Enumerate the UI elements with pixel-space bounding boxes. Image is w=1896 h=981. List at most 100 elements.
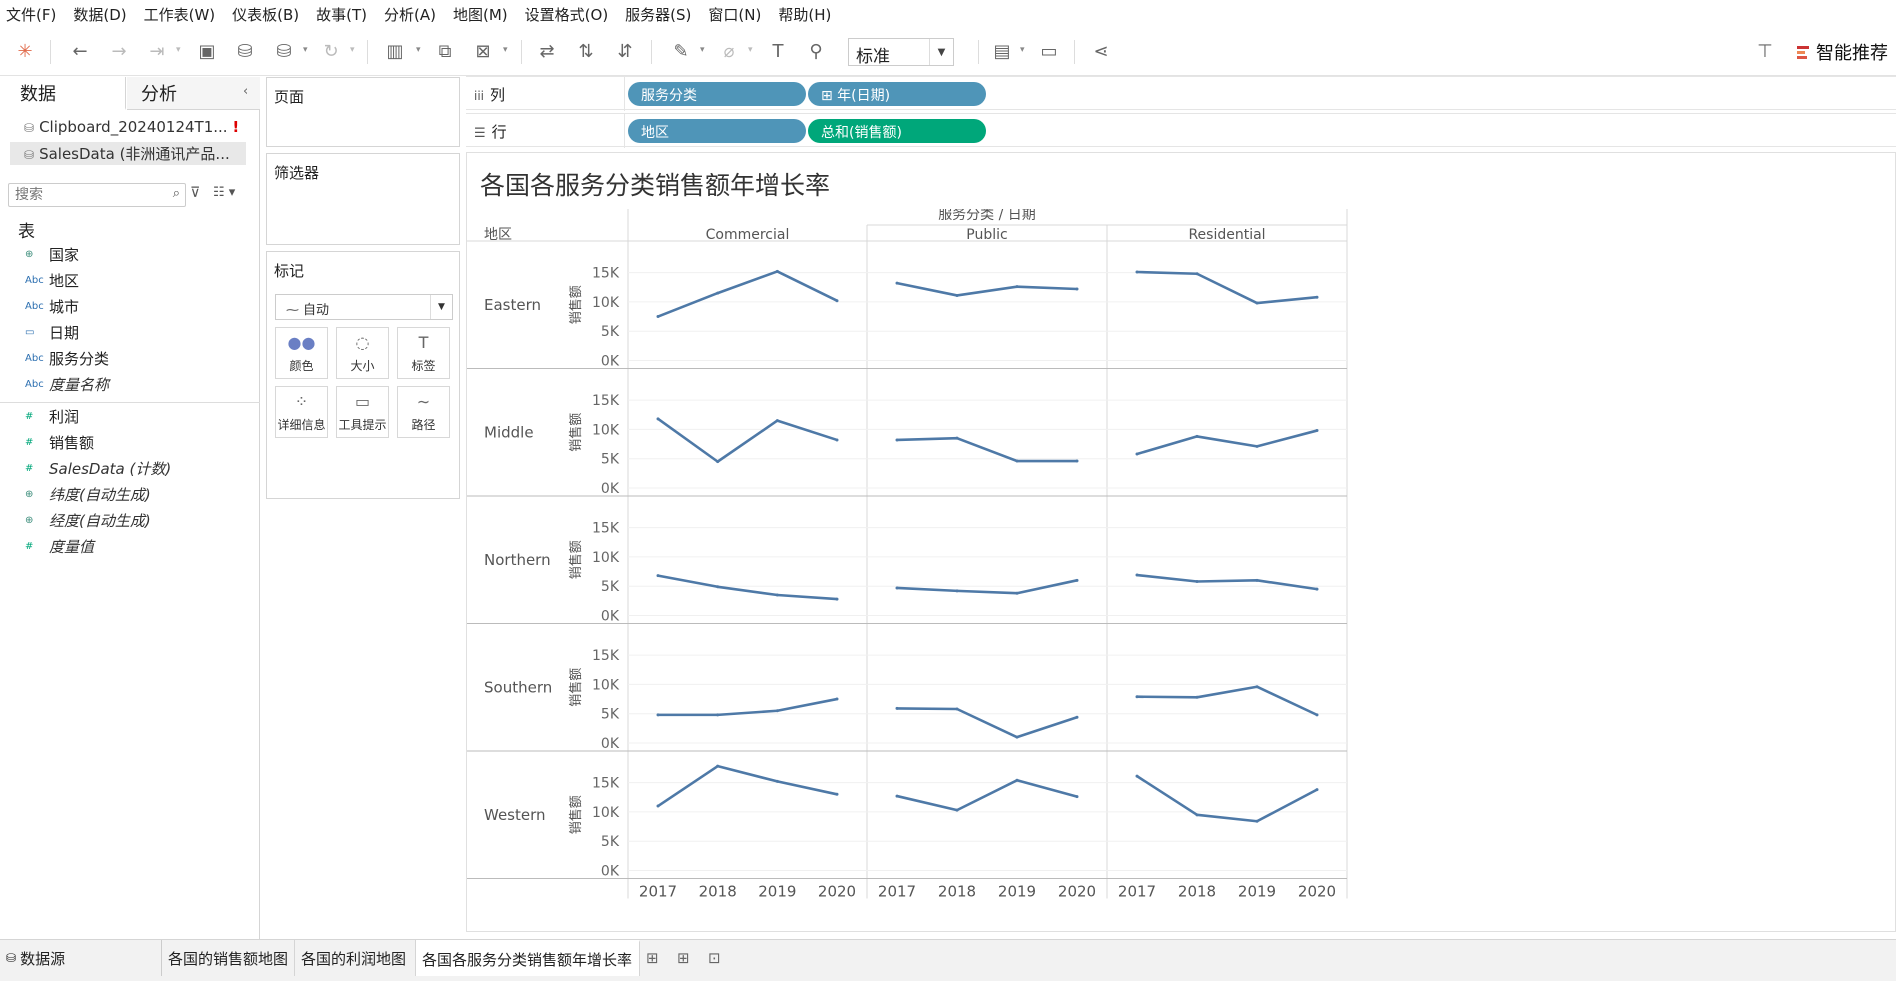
menu-item[interactable]: 文件(F) xyxy=(6,4,56,25)
columns-shelf[interactable]: iii 列 服务分类 ⊞ 年(日期) xyxy=(466,76,1896,111)
new-sheet-icon[interactable]: ⊞ xyxy=(640,940,671,976)
data-point-Western-Residential-2019 xyxy=(1255,819,1259,823)
pause-updates-icon[interactable]: ⛁ xyxy=(271,38,297,64)
data-point-Middle-Commercial-2020 xyxy=(835,438,839,442)
menu-item[interactable]: 仪表板(B) xyxy=(232,4,299,25)
rows-shelf[interactable]: ☰ 行 地区 总和(销售额) xyxy=(466,113,1896,148)
datasource-item[interactable]: ⛁ SalesData (非洲通讯产品... xyxy=(10,142,246,165)
field-name: 服务分类 xyxy=(49,350,110,368)
sort-descending-icon[interactable]: ⇵ xyxy=(612,38,638,64)
search-input[interactable] xyxy=(9,184,159,206)
y-tick-label: 10K xyxy=(592,550,620,566)
field-name: 地区 xyxy=(49,272,80,290)
alert-icon: ! xyxy=(232,118,240,136)
new-dashboard-icon[interactable]: ⊞ xyxy=(671,940,702,976)
duplicate-sheet-icon[interactable]: ⧉ xyxy=(432,38,458,64)
show-cards-icon[interactable]: ▤ xyxy=(989,38,1015,64)
path-button[interactable]: ∼ 路径 xyxy=(397,386,450,438)
filter-icon[interactable]: ⊽ xyxy=(190,185,200,201)
field-abc[interactable]: Abc 地区 xyxy=(25,270,79,291)
fix-axes-icon[interactable]: ⚲ xyxy=(803,38,829,64)
tableau-logo-icon[interactable]: ✳ xyxy=(12,38,38,64)
data-point-Western-Residential-2018 xyxy=(1195,813,1199,817)
tab-analysis[interactable]: 分析 xyxy=(127,77,260,110)
tab-data[interactable]: 数据 xyxy=(0,77,126,110)
field-calendar[interactable]: ▭ 日期 xyxy=(25,322,79,343)
rows-pill-sales[interactable]: 总和(销售额) xyxy=(808,119,986,143)
size-button[interactable]: ◌ 大小 xyxy=(336,327,389,379)
replay-icon[interactable]: ⇥ xyxy=(144,38,170,64)
menu-item[interactable]: 窗口(N) xyxy=(708,4,761,25)
columns-pill-year[interactable]: ⊞ 年(日期) xyxy=(808,82,986,106)
filters-card[interactable]: 筛选器 xyxy=(266,153,460,245)
tab-datasource[interactable]: ⛁ 数据源 xyxy=(0,940,162,976)
mark-type-select[interactable]: ⁓ 自动 ▼ xyxy=(275,294,453,320)
sort-ascending-icon[interactable]: ⇅ xyxy=(573,38,599,64)
fit-select[interactable]: 标准 ▼ xyxy=(848,38,954,67)
undo-icon[interactable]: ← xyxy=(67,38,93,64)
detail-button[interactable]: ⁘ 详细信息 xyxy=(275,386,328,438)
menu-item[interactable]: 分析(A) xyxy=(384,4,436,25)
pin-icon[interactable]: ⊤ xyxy=(1752,38,1778,64)
share-icon[interactable]: ⋖ xyxy=(1088,38,1114,64)
menu-item[interactable]: 故事(T) xyxy=(316,4,367,25)
color-button[interactable]: ●● 颜色 xyxy=(275,327,328,379)
data-pane: 数据 分析 ‹ ⛁ Clipboard_20240124T1... ! ⛁ Sales… xyxy=(0,77,260,939)
save-icon[interactable]: ▣ xyxy=(194,38,220,64)
refresh-icon[interactable]: ↻ xyxy=(318,38,344,64)
new-worksheet-icon[interactable]: ▥ xyxy=(382,38,408,64)
tooltip-button[interactable]: ▭ 工具提示 xyxy=(336,386,389,438)
columns-pill-service[interactable]: 服务分类 xyxy=(628,82,806,106)
menu-item[interactable]: 设置格式(O) xyxy=(525,4,609,25)
data-point-Middle-Public-2019 xyxy=(1015,459,1019,463)
highlight-icon[interactable]: ✎ xyxy=(668,38,694,64)
swap-axes-icon[interactable]: ⇄ xyxy=(534,38,560,64)
field-hash[interactable]: # 度量值 xyxy=(25,536,94,557)
chevron-down-icon[interactable]: ▼ xyxy=(929,39,953,65)
menu-item[interactable]: 地图(M) xyxy=(453,4,508,25)
new-story-icon[interactable]: ⊡ xyxy=(702,940,733,976)
tab-sales-map[interactable]: 各国的销售额地图 xyxy=(162,940,295,976)
field-abc[interactable]: Abc 服务分类 xyxy=(25,348,109,369)
field-globe[interactable]: ⊕ 经度(自动生成) xyxy=(25,510,151,531)
label-button[interactable]: T 标签 xyxy=(397,327,450,379)
clear-sheet-icon[interactable]: ⊠ xyxy=(470,38,496,64)
tab-profit-map[interactable]: 各国的利润地图 xyxy=(295,940,416,976)
field-hash[interactable]: # 利润 xyxy=(25,406,79,427)
menu-item[interactable]: 服务器(S) xyxy=(625,4,691,25)
x-tick-label: 2018 xyxy=(699,883,737,901)
data-point-Western-Commercial-2020 xyxy=(835,792,839,796)
rows-label: 行 xyxy=(491,123,507,141)
y-tick-label: 0K xyxy=(601,736,620,752)
field-globe[interactable]: ⊕ 国家 xyxy=(25,244,79,265)
tab-growth-rate[interactable]: 各国各服务分类销售额年增长率 xyxy=(416,940,640,976)
field-abc[interactable]: Abc 度量名称 xyxy=(25,374,109,395)
size-label: 大小 xyxy=(350,358,375,373)
menu-item[interactable]: 数据(D) xyxy=(73,4,126,25)
redo-icon[interactable]: → xyxy=(106,38,132,64)
menu-item[interactable]: 工作表(W) xyxy=(144,4,216,25)
marks-card: 标记 ⁓ 自动 ▼ ●● 颜色 ◌ 大小 T 标签 ⁘ 详细信息 ▭ 工具提示 ∼ 路径 xyxy=(266,251,460,499)
y-tick-label: 0K xyxy=(601,864,620,880)
view-options-icon[interactable]: ☷ ▾ xyxy=(213,185,235,200)
smart-recommend-button[interactable]: 智能推荐 xyxy=(1797,39,1888,65)
pages-card[interactable]: 页面 xyxy=(266,77,460,147)
field-hash[interactable]: # 销售额 xyxy=(25,432,94,453)
search-field-box[interactable]: ⌕ xyxy=(8,183,186,207)
menu-item[interactable]: 帮助(H) xyxy=(778,4,831,25)
fit-value: 标准 xyxy=(856,47,890,67)
presentation-mode-icon[interactable]: ▭ xyxy=(1036,38,1062,64)
y-tick-label: 15K xyxy=(592,266,620,282)
datasource-item[interactable]: ⛁ Clipboard_20240124T1... ! xyxy=(10,117,246,140)
rows-pill-region[interactable]: 地区 xyxy=(628,119,806,143)
collapse-pane-icon[interactable]: ‹ xyxy=(243,84,248,99)
data-point-Western-Public-2019 xyxy=(1015,778,1019,782)
field-hash[interactable]: # SalesData (计数) xyxy=(25,458,171,479)
labels-icon[interactable]: T xyxy=(765,38,791,64)
new-datasource-icon[interactable]: ⛁ xyxy=(232,38,258,64)
columns-icon: iii xyxy=(474,89,485,103)
group-icon[interactable]: ⌀ xyxy=(716,38,742,64)
field-abc[interactable]: Abc 城市 xyxy=(25,296,79,317)
columns-label: 列 xyxy=(490,86,506,104)
field-globe[interactable]: ⊕ 纬度(自动生成) xyxy=(25,484,151,505)
